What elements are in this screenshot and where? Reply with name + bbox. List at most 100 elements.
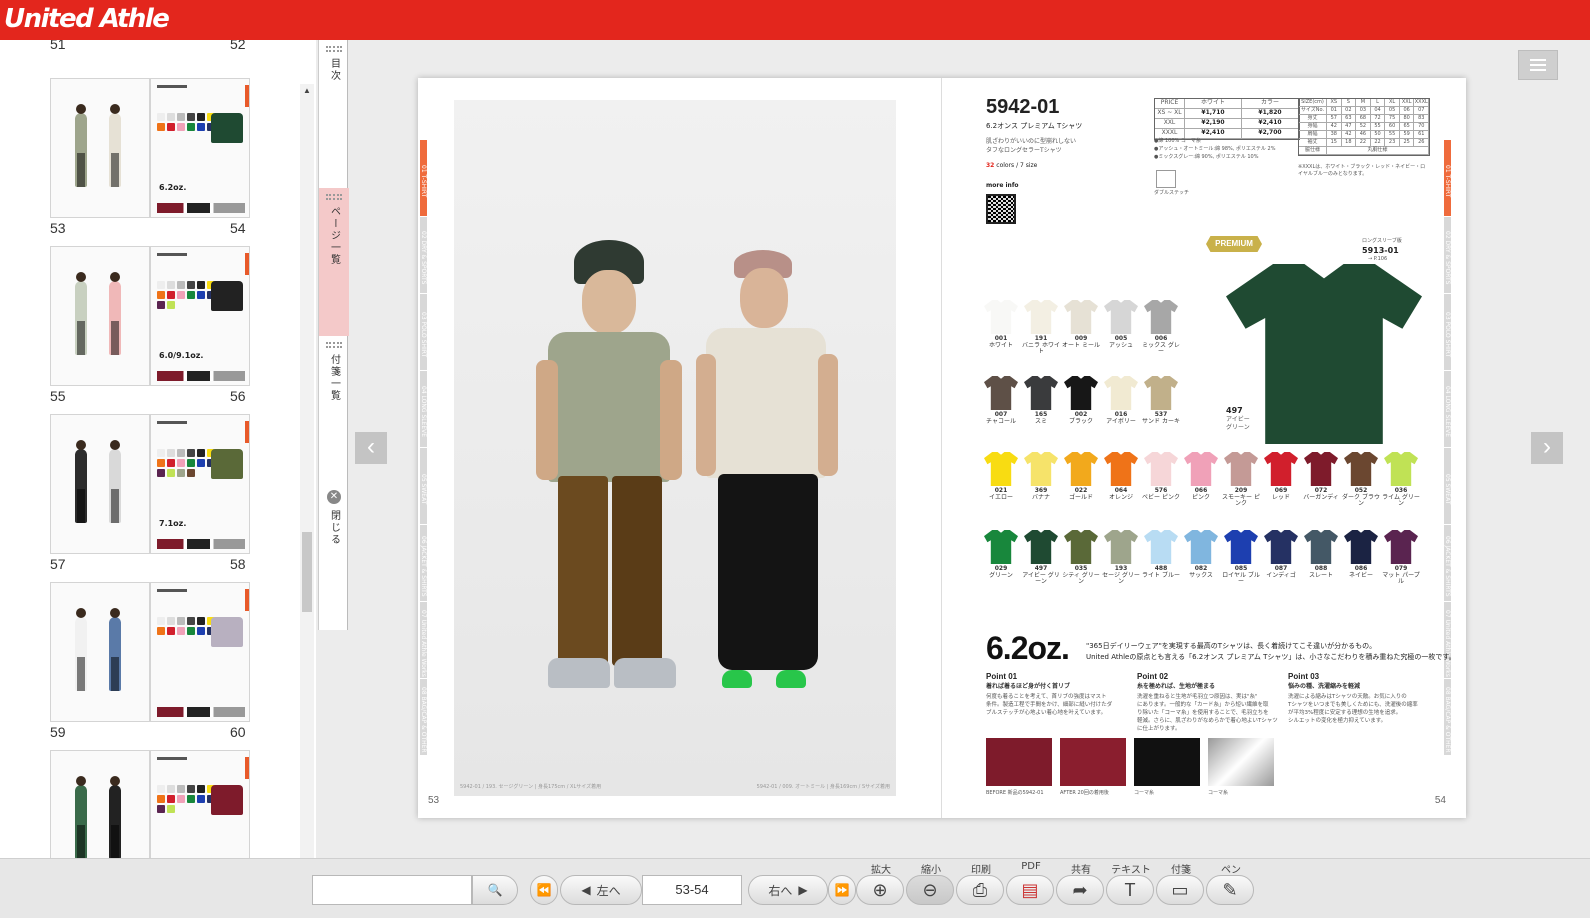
color-swatch[interactable]: 537 サンド カーキ xyxy=(1142,376,1180,424)
color-swatch[interactable]: 001 ホワイト xyxy=(984,300,1018,348)
page-thumbnail[interactable] xyxy=(50,246,150,386)
color-swatch[interactable]: 079 マット パープル xyxy=(1382,530,1420,585)
page-thumbnail[interactable] xyxy=(50,582,150,722)
thumbnail-row[interactable]: 6162 xyxy=(0,750,300,858)
category-tab[interactable]: 08 BAG/CAP & OTHER xyxy=(420,679,427,756)
search-input[interactable] xyxy=(312,875,472,905)
color-swatch[interactable]: 002 ブラック xyxy=(1064,376,1098,424)
category-tab[interactable]: 07 United Athle Works xyxy=(1444,602,1451,679)
color-swatch[interactable]: 369 バナナ xyxy=(1024,452,1058,500)
color-swatch[interactable]: 035 シティ グリーン xyxy=(1062,530,1100,585)
color-swatch[interactable]: 086 ネイビー xyxy=(1344,530,1378,578)
color-swatch[interactable]: 497 アイビー グリーン xyxy=(1022,530,1060,585)
size-cell: 23 xyxy=(1385,139,1400,146)
page-thumbnail[interactable] xyxy=(50,414,150,554)
color-swatch[interactable]: 088 スレート xyxy=(1304,530,1338,578)
category-tab[interactable]: 06 JACKET & SHIRTS xyxy=(420,525,427,602)
category-tab[interactable]: 06 JACKET & SHIRTS xyxy=(1444,525,1451,602)
color-swatch[interactable]: 072 バーガンディ xyxy=(1303,452,1339,500)
thumbnail-row[interactable]: 6.0/9.1oz. 55 56 xyxy=(0,246,300,414)
color-swatch[interactable]: 082 サックス xyxy=(1184,530,1218,578)
color-swatch[interactable]: 007 チャコール xyxy=(984,376,1018,424)
pdf-button[interactable]: ▤ xyxy=(1006,875,1054,905)
text-button[interactable]: T xyxy=(1106,875,1154,905)
page-thumbnail[interactable] xyxy=(50,750,150,858)
tab-table-of-contents[interactable]: 目次 xyxy=(319,40,349,188)
category-tab[interactable]: 03 POLO SHIRT xyxy=(1444,294,1451,371)
color-swatch[interactable]: 016 アイボリー xyxy=(1104,376,1138,424)
page-thumbnail[interactable]: 6.0/9.1oz. xyxy=(150,246,250,386)
tab-page-list[interactable]: ページ一覧 xyxy=(319,188,349,336)
prev-page-button[interactable]: ◀ 左へ xyxy=(560,875,642,905)
category-tab[interactable]: 05 SWEAT xyxy=(1444,448,1451,525)
tool-label: 印刷 xyxy=(971,865,991,876)
color-swatch[interactable]: 193 セージ グリーン xyxy=(1102,530,1140,585)
next-page-arrow[interactable]: › xyxy=(1531,432,1563,464)
color-swatch[interactable]: 006 ミックス グレー xyxy=(1142,300,1180,355)
pen-button[interactable]: ✎ xyxy=(1206,875,1254,905)
first-page-button[interactable]: ⏪ xyxy=(530,875,558,905)
qr-code[interactable] xyxy=(986,194,1016,224)
color-swatch[interactable]: 066 ピンク xyxy=(1184,452,1218,500)
category-tab[interactable]: 04 LONG SLEEVE xyxy=(1444,371,1451,448)
thumbnail-row[interactable]: 6.2oz. 53 54 xyxy=(0,78,300,246)
page-thumbnail[interactable] xyxy=(150,582,250,722)
menu-button[interactable] xyxy=(1518,50,1558,80)
thumbnail-row[interactable]: 51 52 xyxy=(0,40,300,60)
category-tab[interactable]: 02 DRY & SPORTS xyxy=(1444,217,1451,294)
category-tab[interactable]: 05 SWEAT xyxy=(420,448,427,525)
color-swatch[interactable]: 029 グリーン xyxy=(984,530,1018,578)
color-swatch[interactable]: 085 ロイヤル ブルー xyxy=(1222,530,1260,585)
zoom-in-button[interactable]: ⊕ xyxy=(856,875,904,905)
category-tab[interactable]: 02 DRY & SPORTS xyxy=(420,217,427,294)
search-button[interactable]: 🔍 xyxy=(472,875,518,905)
tool-label: 付箋 xyxy=(1171,865,1191,876)
sticky-note-button[interactable]: ▭ xyxy=(1156,875,1204,905)
right-page[interactable]: 01 T-SHIRT 02 DRY & SPORTS 03 POLO SHIRT 04… xyxy=(942,78,1466,818)
last-page-button[interactable]: ⏩ xyxy=(828,875,856,905)
color-swatch[interactable]: 069 レッド xyxy=(1264,452,1298,500)
brand-logo[interactable]: United Athle xyxy=(4,4,170,34)
color-swatch[interactable]: 052 ダーク ブラウン xyxy=(1342,452,1380,507)
tab-close[interactable]: ✕ 閉じる xyxy=(319,484,349,630)
page-number-field[interactable]: 53-54 xyxy=(642,875,742,905)
print-button[interactable]: ⎙ xyxy=(956,875,1004,905)
category-tab[interactable]: 03 POLO SHIRT xyxy=(420,294,427,371)
color-swatch[interactable]: 036 ライム グリーン xyxy=(1382,452,1420,507)
category-tab[interactable]: 08 BAG/CAP & OTHER xyxy=(1444,679,1451,756)
color-swatch[interactable]: 021 イエロー xyxy=(984,452,1018,500)
scrollbar-thumb[interactable] xyxy=(302,532,312,612)
share-button[interactable]: ➦ xyxy=(1056,875,1104,905)
page-thumbnail[interactable] xyxy=(50,78,150,218)
color-swatch[interactable]: 022 ゴールド xyxy=(1064,452,1098,500)
book-spread[interactable]: 01 T-SHIRT 02 DRY & SPORTS 03 POLO SHIRT 04… xyxy=(418,78,1466,818)
prev-page-arrow[interactable]: ‹ xyxy=(355,432,387,464)
swatch-label: 488 ライト ブルー xyxy=(1142,565,1180,579)
category-tab[interactable]: 04 LONG SLEEVE xyxy=(420,371,427,448)
color-swatch[interactable]: 576 ベビー ピンク xyxy=(1142,452,1180,500)
page-thumbnail-sidebar[interactable]: 51 52 6.2oz. 53 54 6.0/9.1oz. 55 56 7.1oz. 57 58… xyxy=(0,40,316,858)
thumbnail-row[interactable]: 59 60 xyxy=(0,582,300,750)
color-swatch[interactable]: 209 スモーキー ピンク xyxy=(1222,452,1260,507)
left-page[interactable]: 01 T-SHIRT 02 DRY & SPORTS 03 POLO SHIRT 04… xyxy=(418,78,942,818)
book-viewer[interactable]: ‹ › 01 T-SHIRT 02 DRY & SPORTS 03 POLO SHI… xyxy=(350,40,1590,858)
color-swatch[interactable]: 087 インディゴ xyxy=(1264,530,1298,578)
color-swatch[interactable]: 191 バニラ ホワイト xyxy=(1022,300,1060,355)
category-tab[interactable]: 07 United Athle Works xyxy=(420,602,427,679)
color-swatch[interactable]: 064 オレンジ xyxy=(1104,452,1138,500)
page-thumbnail[interactable]: 7.1oz. xyxy=(150,414,250,554)
color-swatch[interactable]: 488 ライト ブルー xyxy=(1142,530,1180,578)
tab-sticky-notes[interactable]: 付箋一覧 xyxy=(319,336,349,484)
next-page-button[interactable]: 右へ ▶ xyxy=(748,875,828,905)
sidebar-scrollbar[interactable]: ▲ ▼ xyxy=(300,84,314,858)
color-swatch[interactable]: 005 アッシュ xyxy=(1104,300,1138,348)
page-thumbnail[interactable] xyxy=(150,750,250,858)
thumbnail-row[interactable]: 7.1oz. 57 58 xyxy=(0,414,300,582)
scroll-up-icon[interactable]: ▲ xyxy=(303,86,311,95)
category-tab[interactable]: 01 T-SHIRT xyxy=(420,140,427,217)
zoom-out-button[interactable]: ⊖ xyxy=(906,875,954,905)
page-thumbnail[interactable]: 6.2oz. xyxy=(150,78,250,218)
color-swatch[interactable]: 009 オート ミール xyxy=(1062,300,1100,348)
category-tab[interactable]: 01 T-SHIRT xyxy=(1444,140,1451,217)
color-swatch[interactable]: 165 スミ xyxy=(1024,376,1058,424)
